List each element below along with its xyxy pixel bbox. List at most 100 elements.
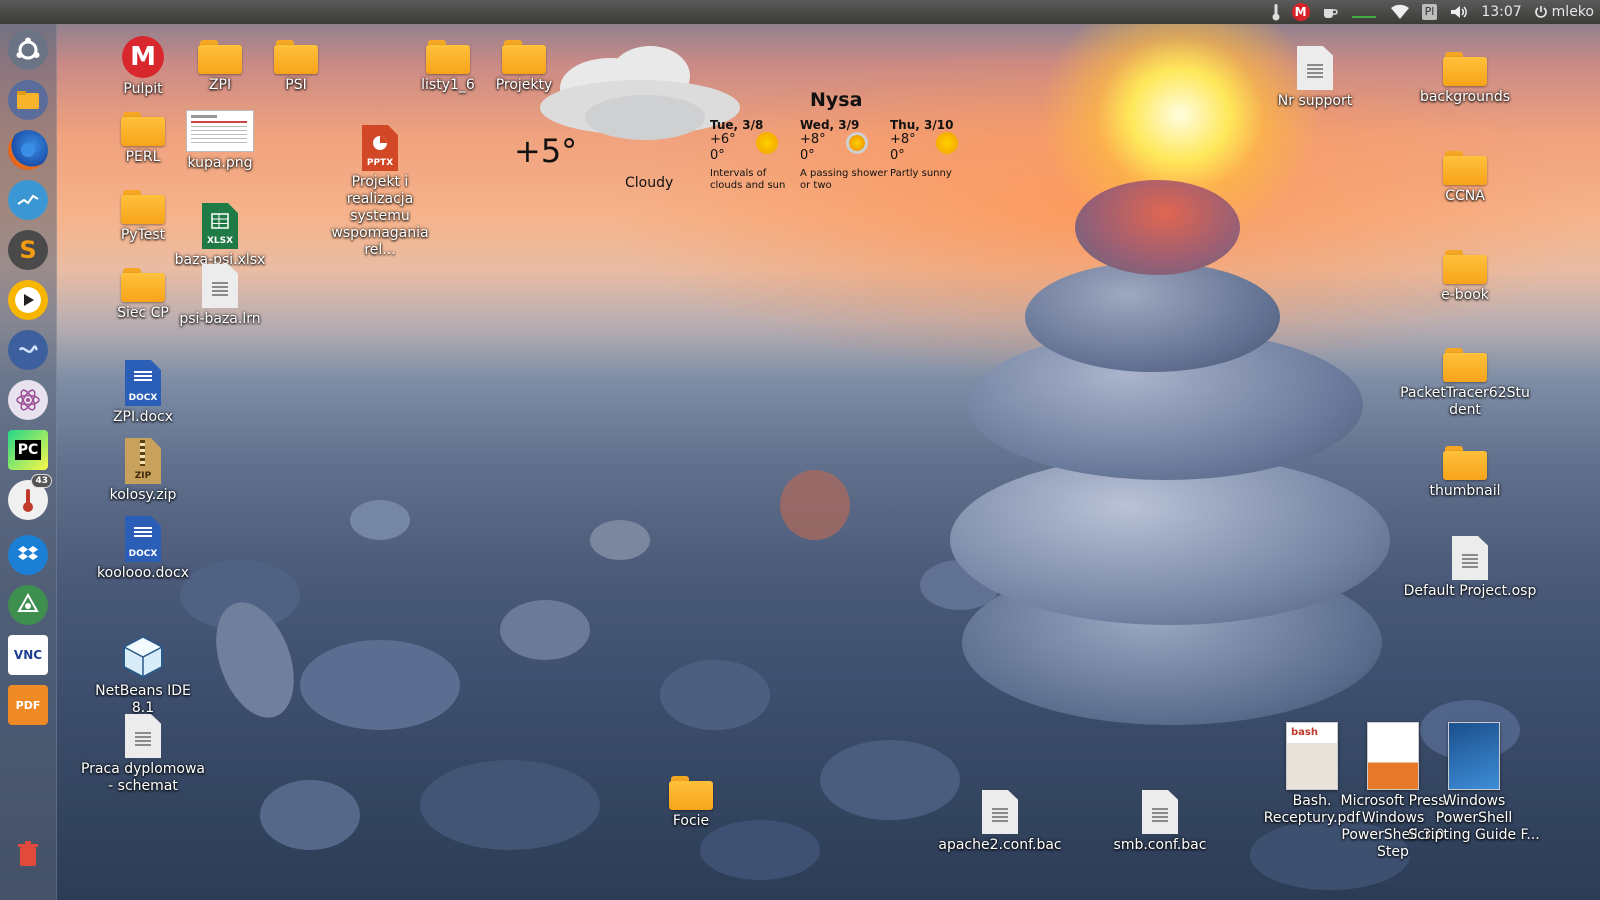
thermometer-indicator-icon[interactable] [1272,0,1280,24]
atom-icon [16,389,40,411]
icon-label: smb.conf.bac [1113,837,1207,853]
text-file-icon [125,714,161,758]
desktop-icon-baza-xlsx[interactable]: XLSX baza-psi.xlsx [165,203,275,269]
keyboard-layout-indicator[interactable]: Pl [1421,0,1438,24]
network-meter-icon[interactable] [1350,0,1378,24]
launcher-item-sublime-text[interactable]: S [8,230,48,270]
desktop-icon-psi[interactable]: PSI [241,40,351,94]
vnc-icon: VNC [13,648,43,662]
file-type-tag: DOCX [128,549,158,559]
volume-icon[interactable] [1449,0,1469,24]
icon-label: Nr support [1277,93,1353,109]
launcher-item-dash-home[interactable] [8,30,48,70]
forecast-date: Wed, 3/9 [800,118,860,132]
forecast-desc: A passing shower or two [800,168,888,191]
notification-badge: 43 [31,474,52,488]
desktop-icon-default-project[interactable]: Default Project.osp [1400,536,1540,600]
launcher-item-remmina[interactable] [8,330,48,370]
launcher-item-firefox[interactable] [8,130,48,170]
dropbox-icon [18,546,38,560]
desktop-icon-focie[interactable]: Focie [636,776,746,830]
forecast-day: Thu, 3/10 +8° 0° Partly sunny [890,118,978,180]
desktop-icon-psi-baza-lrn[interactable]: psi-baza.lrn [165,264,275,328]
partly-sunny-icon [756,132,778,154]
sublime-icon: S [19,236,37,264]
icon-label: Projekt i realizacja systemu wspomagania… [331,174,429,258]
desktop-icon-backgrounds[interactable]: backgrounds [1410,52,1520,106]
folder-icon [121,268,165,302]
icon-label: Praca dyplomowa - schemat [80,761,205,794]
pycharm-icon: PC [14,440,42,460]
forecast-desc: Partly sunny [890,168,952,179]
file-type-tag: ZIP [134,471,152,481]
current-temperature: +5° [514,132,578,170]
forecast-high: +8° [800,132,826,147]
launcher-item-files[interactable] [8,80,48,120]
desktop-icon-koolooo-docx[interactable]: DOCX koolooo.docx [88,516,198,582]
clock[interactable]: 13:07 [1481,0,1521,24]
ubuntu-logo-icon [16,37,40,60]
launcher-item-atom[interactable] [8,380,48,420]
icon-label: Projekty [495,77,553,93]
docx-file-icon: DOCX [125,516,161,562]
inkscape-icon [17,593,39,612]
desktop-icon-e-book[interactable]: e-book [1410,250,1520,304]
folder-icon [17,91,39,109]
launcher-item-pycharm[interactable]: PC [8,430,48,470]
indicator-area: M Pl 13:07 mleko [1272,0,1594,24]
desktop-icon-packettracer[interactable]: PacketTracer62Student [1400,348,1530,419]
forecast-day: Tue, 3/8 +6° 0° Intervals of clouds and … [710,118,798,192]
desktop-icon-ccna[interactable]: CCNA [1410,151,1520,205]
desktop-icon-smb-conf[interactable]: smb.conf.bac [1090,790,1230,854]
trash-icon [18,841,38,866]
icon-label: ZPI.docx [112,409,174,425]
caffeine-cup-icon[interactable] [1322,0,1338,24]
folder-icon [1443,250,1487,284]
pptx-file-icon: PPTX [362,125,398,171]
desktop-icon-kolosy-zip[interactable]: ZIP kolosy.zip [88,438,198,504]
launcher-item-trash[interactable] [8,834,48,874]
launcher-item-vnc-viewer[interactable]: VNC [8,635,48,675]
session-menu[interactable]: mleko [1534,0,1594,24]
text-file-icon [202,264,238,308]
desktop-icon-pptx[interactable]: PPTX Projekt i realizacja systemu wspoma… [318,125,442,259]
desktop-icon-apache-conf[interactable]: apache2.conf.bac [930,790,1070,854]
icon-label: psi-baza.lrn [179,311,261,327]
image-thumbnail-icon [186,110,254,152]
file-type-tag: PPTX [366,158,394,168]
wifi-icon[interactable] [1390,0,1410,24]
desktop-icon-zpi-docx[interactable]: DOCX ZPI.docx [88,360,198,426]
gmail-letter: M [1291,3,1310,21]
launcher-item-thermometer[interactable]: 43 [8,474,52,520]
gmail-indicator-icon[interactable]: M [1291,0,1310,24]
desktop-icon-projekty[interactable]: Projekty [469,40,579,94]
launcher-item-media-player[interactable] [8,280,48,320]
desktop-icon-kupa-png[interactable]: kupa.png [165,110,275,172]
icon-label: koolooo.docx [97,565,189,581]
launcher-item-system-monitor[interactable] [8,180,48,220]
desktop-icon-nr-support[interactable]: Nr support [1260,46,1370,110]
docx-file-icon: DOCX [125,360,161,406]
folder-icon [198,40,242,74]
username: mleko [1551,4,1594,20]
file-type-tag: XLSX [206,236,234,246]
desktop-icon-netbeans[interactable]: NetBeans IDE 8.1 [88,634,198,717]
icon-label: backgrounds [1419,89,1511,105]
top-panel: M Pl 13:07 mleko [0,0,1600,24]
desktop-icon-praca-dyplomowa[interactable]: Praca dyplomowa - schemat [80,714,206,795]
icon-label: kolosy.zip [109,487,177,503]
desktop-icon-thumbnail[interactable]: thumbnail [1410,446,1520,500]
launcher-item-inkscape[interactable] [8,585,48,625]
folder-icon [274,40,318,74]
forecast-high: +8° [890,132,916,147]
folder-icon [121,190,165,224]
desktop-icon-ps-guide-book[interactable]: Windows PowerShell Scripting Guide F... [1407,722,1541,844]
mega-icon: M [122,36,164,78]
launcher-item-dropbox[interactable] [8,535,48,575]
icon-label: CCNA [1445,188,1485,204]
icon-label: Default Project.osp [1403,583,1537,599]
launcher-item-pdf-tool[interactable]: PDF [8,685,48,725]
netbeans-cube-icon [122,635,164,679]
forecast-desc: Intervals of clouds and sun [710,168,786,191]
icon-label: kupa.png [187,155,253,171]
